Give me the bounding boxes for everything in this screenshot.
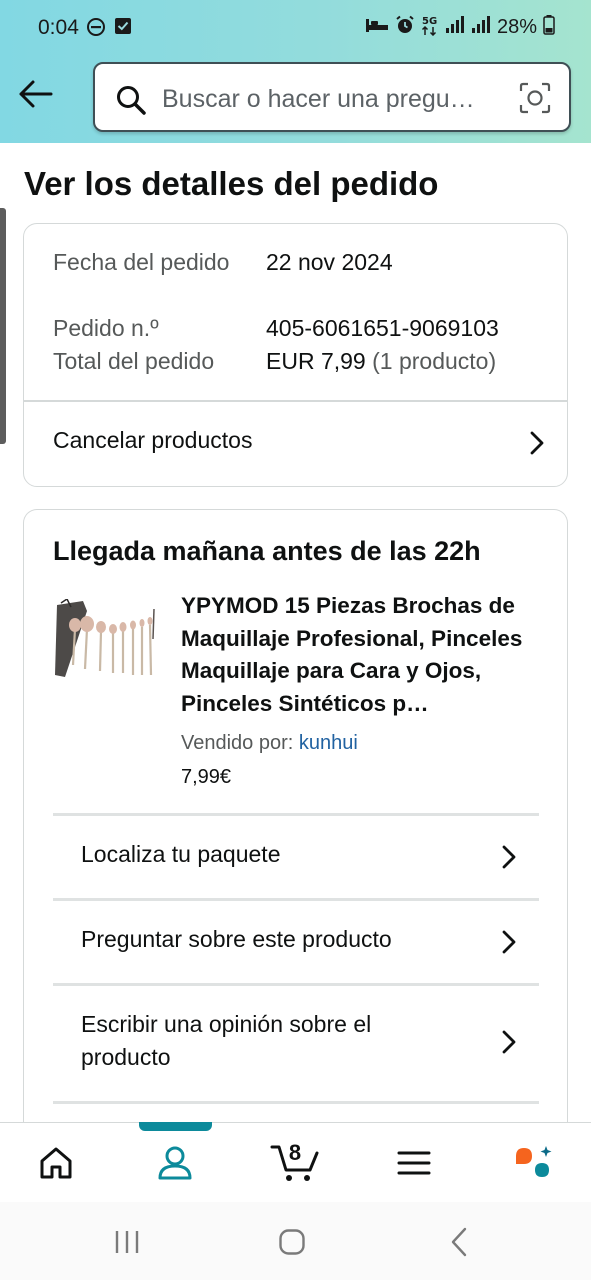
order-number-value: 405-6061651-9069103 bbox=[266, 315, 499, 341]
search-bar[interactable]: Buscar o hacer una pregu… bbox=[93, 62, 571, 132]
order-total-amount: EUR 7,99 bbox=[266, 348, 366, 374]
svg-text:5G: 5G bbox=[422, 16, 437, 27]
bottom-nav: 8 bbox=[0, 1122, 591, 1202]
order-total-label: Total del pedido bbox=[53, 348, 215, 374]
order-summary-card: Fecha del pedido 22 nov 2024 Pedido n.º … bbox=[23, 223, 568, 487]
do-not-disturb-icon bbox=[86, 17, 106, 42]
signal-icon bbox=[471, 16, 491, 39]
chevron-right-icon bbox=[501, 844, 517, 875]
order-number-label: Pedido n.º bbox=[53, 315, 159, 341]
nav-home[interactable] bbox=[16, 1123, 96, 1203]
status-time: 0:04 bbox=[38, 16, 79, 39]
5g-icon: 5G bbox=[421, 14, 439, 41]
nav-menu[interactable] bbox=[374, 1123, 454, 1203]
home-system-button[interactable] bbox=[262, 1222, 322, 1262]
home-icon bbox=[40, 1147, 72, 1179]
write-review-row[interactable]: Escribir una opinión sobre el producto bbox=[53, 986, 539, 1101]
cancel-products-label: Cancelar productos bbox=[53, 427, 253, 453]
search-input[interactable]: Buscar o hacer una pregu… bbox=[162, 85, 475, 114]
signal-icon bbox=[445, 16, 465, 39]
alarm-icon bbox=[395, 15, 415, 40]
back-system-button[interactable] bbox=[429, 1222, 489, 1262]
rufus-ai-icon bbox=[516, 1146, 552, 1177]
battery-icon bbox=[543, 15, 555, 40]
status-bar: 0:04 5G 28% bbox=[0, 0, 591, 56]
product-image[interactable] bbox=[53, 597, 157, 679]
battery-percent: 28% bbox=[496, 16, 537, 38]
system-nav-bar bbox=[0, 1202, 591, 1280]
ask-about-product-row[interactable]: Preguntar sobre este producto bbox=[53, 901, 539, 983]
nav-rufus[interactable] bbox=[494, 1123, 574, 1203]
check-notification-icon bbox=[114, 17, 132, 42]
menu-icon bbox=[397, 1151, 431, 1175]
chevron-right-icon bbox=[501, 1029, 517, 1060]
page-title: Ver los detalles del pedido bbox=[24, 165, 439, 202]
track-package-label: Localiza tu paquete bbox=[81, 841, 281, 867]
active-tab-indicator bbox=[139, 1122, 212, 1131]
seller-prefix: Vendido por: bbox=[181, 732, 294, 754]
seller-line: Vendido por: kunhui bbox=[181, 732, 358, 755]
cancel-products-row[interactable]: Cancelar productos bbox=[24, 401, 567, 487]
chevron-right-icon bbox=[501, 929, 517, 960]
write-review-label: Escribir una opinión sobre el producto bbox=[81, 1011, 372, 1070]
delivery-title: Llegada mañana antes de las 22h bbox=[53, 536, 481, 566]
arrow-left-icon bbox=[19, 80, 53, 108]
product-price: 7,99€ bbox=[181, 766, 232, 788]
recent-apps-icon bbox=[115, 1231, 139, 1253]
product-title-link[interactable]: YPYMOD 15 Piezas Brochas de Maquillaje P… bbox=[181, 590, 543, 720]
recent-apps-button[interactable] bbox=[97, 1222, 157, 1262]
divider bbox=[53, 1101, 539, 1104]
app-header: 0:04 5G 28% Buscar o hacer una pregu… bbox=[0, 0, 591, 143]
chevron-right-icon bbox=[529, 430, 545, 461]
sleep-icon bbox=[365, 16, 389, 39]
ask-about-product-label: Preguntar sobre este producto bbox=[81, 926, 392, 952]
track-package-row[interactable]: Localiza tu paquete bbox=[53, 816, 539, 898]
order-date-label: Fecha del pedido bbox=[53, 249, 230, 275]
order-total-value: EUR 7,99 (1 producto) bbox=[266, 345, 496, 378]
order-date-value: 22 nov 2024 bbox=[266, 249, 393, 275]
edge-panel-handle[interactable] bbox=[0, 208, 6, 444]
back-button[interactable] bbox=[14, 72, 58, 116]
back-chevron-icon bbox=[451, 1227, 467, 1257]
home-circle-icon bbox=[279, 1229, 305, 1255]
order-total-note: (1 producto) bbox=[372, 348, 497, 374]
camera-scan-icon[interactable] bbox=[519, 82, 551, 119]
seller-link[interactable]: kunhui bbox=[299, 732, 358, 754]
nav-cart[interactable]: 8 bbox=[255, 1123, 335, 1203]
search-icon bbox=[115, 84, 147, 121]
cart-count-badge: 8 bbox=[288, 1140, 302, 1165]
delivery-card: Llegada mañana antes de las 22h YPYMOD 1… bbox=[23, 509, 568, 1149]
profile-icon bbox=[158, 1146, 192, 1180]
nav-profile[interactable] bbox=[135, 1123, 215, 1203]
